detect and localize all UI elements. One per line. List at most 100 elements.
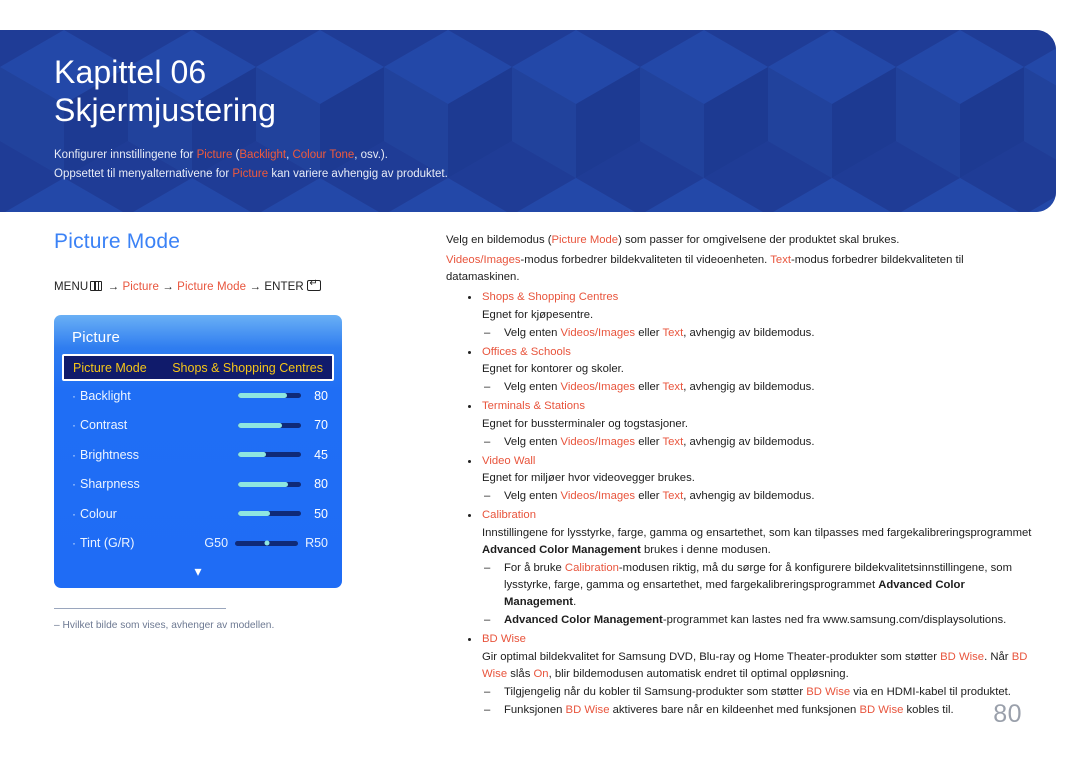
menu-path-enter-label: ENTER — [264, 281, 304, 293]
list-item-body: Egnet for kjøpesentre. — [482, 308, 594, 321]
bd-body-text-b: . Når — [984, 650, 1012, 663]
osd-row-label: Colour — [80, 506, 117, 521]
sub-list-item: For å bruke Calibration-modusen riktig, … — [482, 560, 1036, 611]
slider-fill — [238, 511, 270, 517]
choose-text-c: , avhengig av bildemodus. — [683, 381, 815, 394]
osd-row-picture-mode[interactable]: Picture Mode Shops & Shopping Centres — [62, 354, 334, 381]
osd-row-label: Picture Mode — [73, 360, 147, 375]
chevron-down-icon[interactable]: ▾ — [54, 558, 342, 578]
osd-row-value: 70 — [314, 418, 328, 433]
list-item: Terminals & Stations Egnet for busstermi… — [446, 398, 1036, 451]
cal-sub2-text-b: -programmet kan lastes ned fra www.samsu… — [662, 614, 1007, 627]
osd-row-sharpness[interactable]: · Sharpness 80 — [54, 470, 342, 500]
slider-colour[interactable] — [238, 511, 301, 517]
menu-path-arrow-3: → — [249, 281, 262, 293]
cal-sub2-term-acm: Advanced Color Management — [504, 614, 663, 627]
slider-tint[interactable] — [235, 540, 299, 546]
sub-list-item: Velg enten Videos/Images eller Text, avh… — [482, 379, 1036, 396]
bd-sub1-text-a: Tilgjengelig når du kobler til Samsung-p… — [504, 685, 807, 698]
osd-row-label: Sharpness — [80, 477, 140, 492]
slider-thumb — [264, 540, 270, 546]
enter-icon — [306, 278, 321, 291]
slider-contrast[interactable] — [238, 422, 301, 428]
menu-path-item-picture-mode: Picture Mode — [177, 281, 247, 293]
cal-sub1-text-c: . — [573, 596, 577, 609]
intro-paragraph-2: Videos/Images-modus forbedrer bildekvali… — [446, 252, 1036, 286]
osd-row-label: Brightness — [80, 447, 140, 462]
osd-row-contrast[interactable]: · Contrast 70 — [54, 411, 342, 441]
sub-list-item: Advanced Color Management-programmet kan… — [482, 612, 1036, 629]
list-item-heading: Calibration — [482, 509, 537, 522]
choose-text-b: eller — [635, 381, 663, 394]
cal-body-term-acm: Advanced Color Management — [482, 543, 641, 556]
slider-sharpness[interactable] — [238, 481, 301, 487]
tint-right-label: R50 — [305, 536, 328, 551]
bd-body-text-c: slås — [507, 667, 534, 680]
osd-row-brightness[interactable]: · Brightness 45 — [54, 440, 342, 470]
list-item-heading: BD Wise — [482, 633, 526, 646]
sub-list-item: Velg enten Videos/Images eller Text, avh… — [482, 434, 1036, 451]
osd-row-value: Shops & Shopping Centres — [172, 360, 323, 375]
choose-term-text: Text — [662, 435, 684, 448]
list-item-body: Innstillingene for lysstyrke, farge, gam… — [482, 525, 1036, 559]
osd-row-label: Backlight — [80, 388, 131, 403]
osd-row-backlight[interactable]: · Backlight 80 — [54, 381, 342, 411]
sub-list-item: Tilgjengelig når du kobler til Samsung-p… — [482, 684, 1036, 701]
bd-body-text-d: , blir bildemodusen automatisk endret ti… — [548, 667, 849, 680]
intro1-term-picture-mode: Picture Mode — [551, 234, 619, 246]
footnote-text: – Hvilket bilde som vises, avhenger av m… — [54, 620, 275, 631]
bullet-dot-icon: · — [72, 536, 76, 551]
slider-backlight[interactable] — [238, 393, 301, 399]
menu-path-item-picture: Picture — [122, 281, 159, 293]
list-item: Shops & Shopping Centres Egnet for kjøpe… — [446, 289, 1036, 342]
slider-fill — [238, 422, 283, 428]
choose-term-text: Text — [662, 326, 684, 339]
intro-paragraph-1: Velg en bildemodus (Picture Mode) som pa… — [446, 232, 1036, 249]
desc1-term-colour-tone: Colour Tone — [292, 149, 355, 161]
tint-left-label: G50 — [204, 536, 229, 551]
intro1-text-b: ) som passer for omgivelsene der produkt… — [618, 234, 900, 246]
bd-sub1-text-b: via en HDMI-kabel til produktet. — [850, 685, 1011, 698]
list-item-body: Gir optimal bildekvalitet for Samsung DV… — [482, 649, 1036, 683]
bd-sub1-term: BD Wise — [806, 685, 851, 698]
desc1-text-d: , osv.). — [354, 149, 388, 161]
intro2-term-videos-images: Videos/Images — [446, 254, 521, 267]
sub-list: For å bruke Calibration-modusen riktig, … — [482, 560, 1036, 630]
choose-text-b: eller — [635, 435, 663, 448]
list-item-body: Egnet for miljøer hvor videovegger bruke… — [482, 472, 695, 485]
intro1-text-a: Velg en bildemodus ( — [446, 234, 552, 246]
choose-text-b: eller — [635, 326, 663, 339]
osd-row-value: 50 — [314, 506, 328, 521]
osd-panel: Picture Picture Mode Shops & Shopping Ce… — [54, 315, 342, 588]
choose-text-c: , avhengig av bildemodus. — [683, 435, 815, 448]
osd-row-colour[interactable]: · Colour 50 — [54, 499, 342, 529]
osd-row-value: 80 — [314, 477, 328, 492]
list-item-heading: Offices & Schools — [482, 345, 571, 358]
banner-description-line-2: Oppsettet til menyalternativene for Pict… — [54, 165, 1056, 184]
menu-path: MENU → Picture → Picture Mode → ENTER — [54, 278, 414, 293]
banner-description-line-1: Konfigurer innstillingene for Picture (B… — [54, 146, 1056, 165]
choose-term-videos-images: Videos/Images — [560, 435, 636, 448]
list-item: Video Wall Egnet for miljøer hvor videov… — [446, 453, 1036, 506]
osd-row-tint[interactable]: · Tint (G/R) G50 R50 — [54, 529, 342, 559]
choose-term-videos-images: Videos/Images — [560, 326, 636, 339]
list-item-calibration: Calibration Innstillingene for lysstyrke… — [446, 507, 1036, 630]
bullet-dot-icon: · — [72, 447, 76, 462]
desc1-text-a: Konfigurer innstillingene for — [54, 149, 197, 161]
osd-title: Picture — [72, 329, 121, 346]
slider-brightness[interactable] — [238, 452, 301, 458]
choose-text-a: Velg enten — [504, 326, 561, 339]
desc1-term-picture: Picture — [196, 149, 233, 161]
sub-list: Velg enten Videos/Images eller Text, avh… — [482, 379, 1036, 396]
cal-sub1-text-a: For å bruke — [504, 561, 565, 574]
list-item-heading: Video Wall — [482, 454, 536, 467]
intro2-text-a: -modus forbedrer bildekvaliteten til vid… — [520, 254, 771, 267]
slider-fill — [238, 452, 267, 458]
choose-text-c: , avhengig av bildemodus. — [683, 326, 815, 339]
choose-term-videos-images: Videos/Images — [560, 490, 636, 503]
osd-row-label: Tint (G/R) — [80, 536, 135, 551]
desc2-text-a: Oppsettet til menyalternativene for — [54, 167, 233, 180]
banner-description: Konfigurer innstillingene for Picture (B… — [54, 146, 1056, 184]
osd-row-value: 45 — [314, 447, 328, 462]
chapter-title: Skjermjustering — [54, 92, 277, 128]
